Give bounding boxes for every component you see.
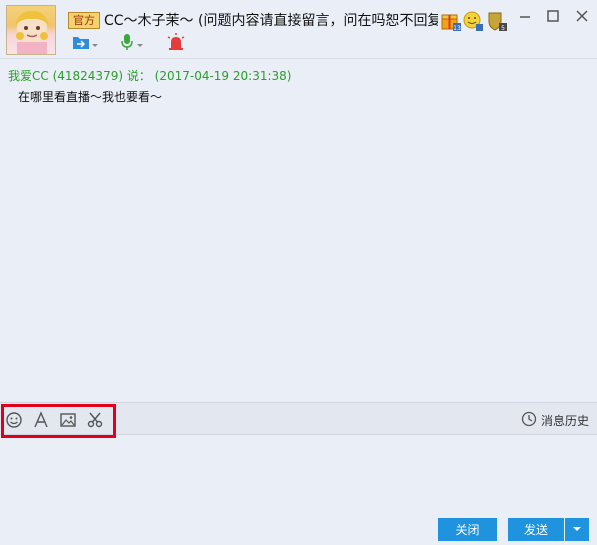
message-list[interactable]: 我爱CC (41824379) 说： (2017-04-19 20:31:38)… xyxy=(0,59,597,402)
close-window-button[interactable] xyxy=(575,8,589,22)
input-toolbar: 消息历史 xyxy=(0,402,597,438)
svg-text:13: 13 xyxy=(453,25,461,32)
send-options-button[interactable] xyxy=(565,518,589,541)
chat-title: CC～木子茉～ (问题内容请直接留言，问在吗恕不回复 xyxy=(104,13,438,29)
smile-face-icon[interactable] xyxy=(462,10,484,32)
toolbar-highlight-box xyxy=(1,404,116,438)
clock-icon xyxy=(521,411,537,430)
avatar[interactable] xyxy=(6,5,56,55)
file-transfer-icon xyxy=(72,34,90,54)
svg-text:5: 5 xyxy=(501,25,505,32)
official-badge: 官方 xyxy=(68,12,100,29)
maximize-button[interactable] xyxy=(546,8,560,22)
chevron-down-icon xyxy=(90,35,100,54)
microphone-icon xyxy=(119,33,135,55)
file-transfer-button[interactable] xyxy=(72,34,100,54)
chevron-down-icon xyxy=(135,35,145,54)
chat-header: 官方 CC～木子茉～ (问题内容请直接留言，问在吗恕不回复 13 5 xyxy=(0,0,597,58)
message-sender: 我爱CC (41824379) 说： (2017-04-19 20:31:38) xyxy=(8,69,292,83)
close-button[interactable]: 关闭 xyxy=(438,518,497,541)
send-button[interactable]: 发送 xyxy=(508,518,564,541)
shield-icon[interactable]: 5 xyxy=(486,10,508,32)
message-history-button[interactable]: 消息历史 xyxy=(521,411,589,430)
alarm-button[interactable] xyxy=(166,33,186,55)
minimize-button[interactable] xyxy=(518,8,532,22)
message-history-label: 消息历史 xyxy=(540,414,589,428)
chevron-down-icon xyxy=(572,523,582,537)
voice-call-button[interactable] xyxy=(119,34,145,54)
gift-icon[interactable]: 13 xyxy=(440,10,462,32)
alarm-icon xyxy=(166,33,186,55)
message-text: 在哪里看直播～我也要看～ xyxy=(18,90,163,104)
